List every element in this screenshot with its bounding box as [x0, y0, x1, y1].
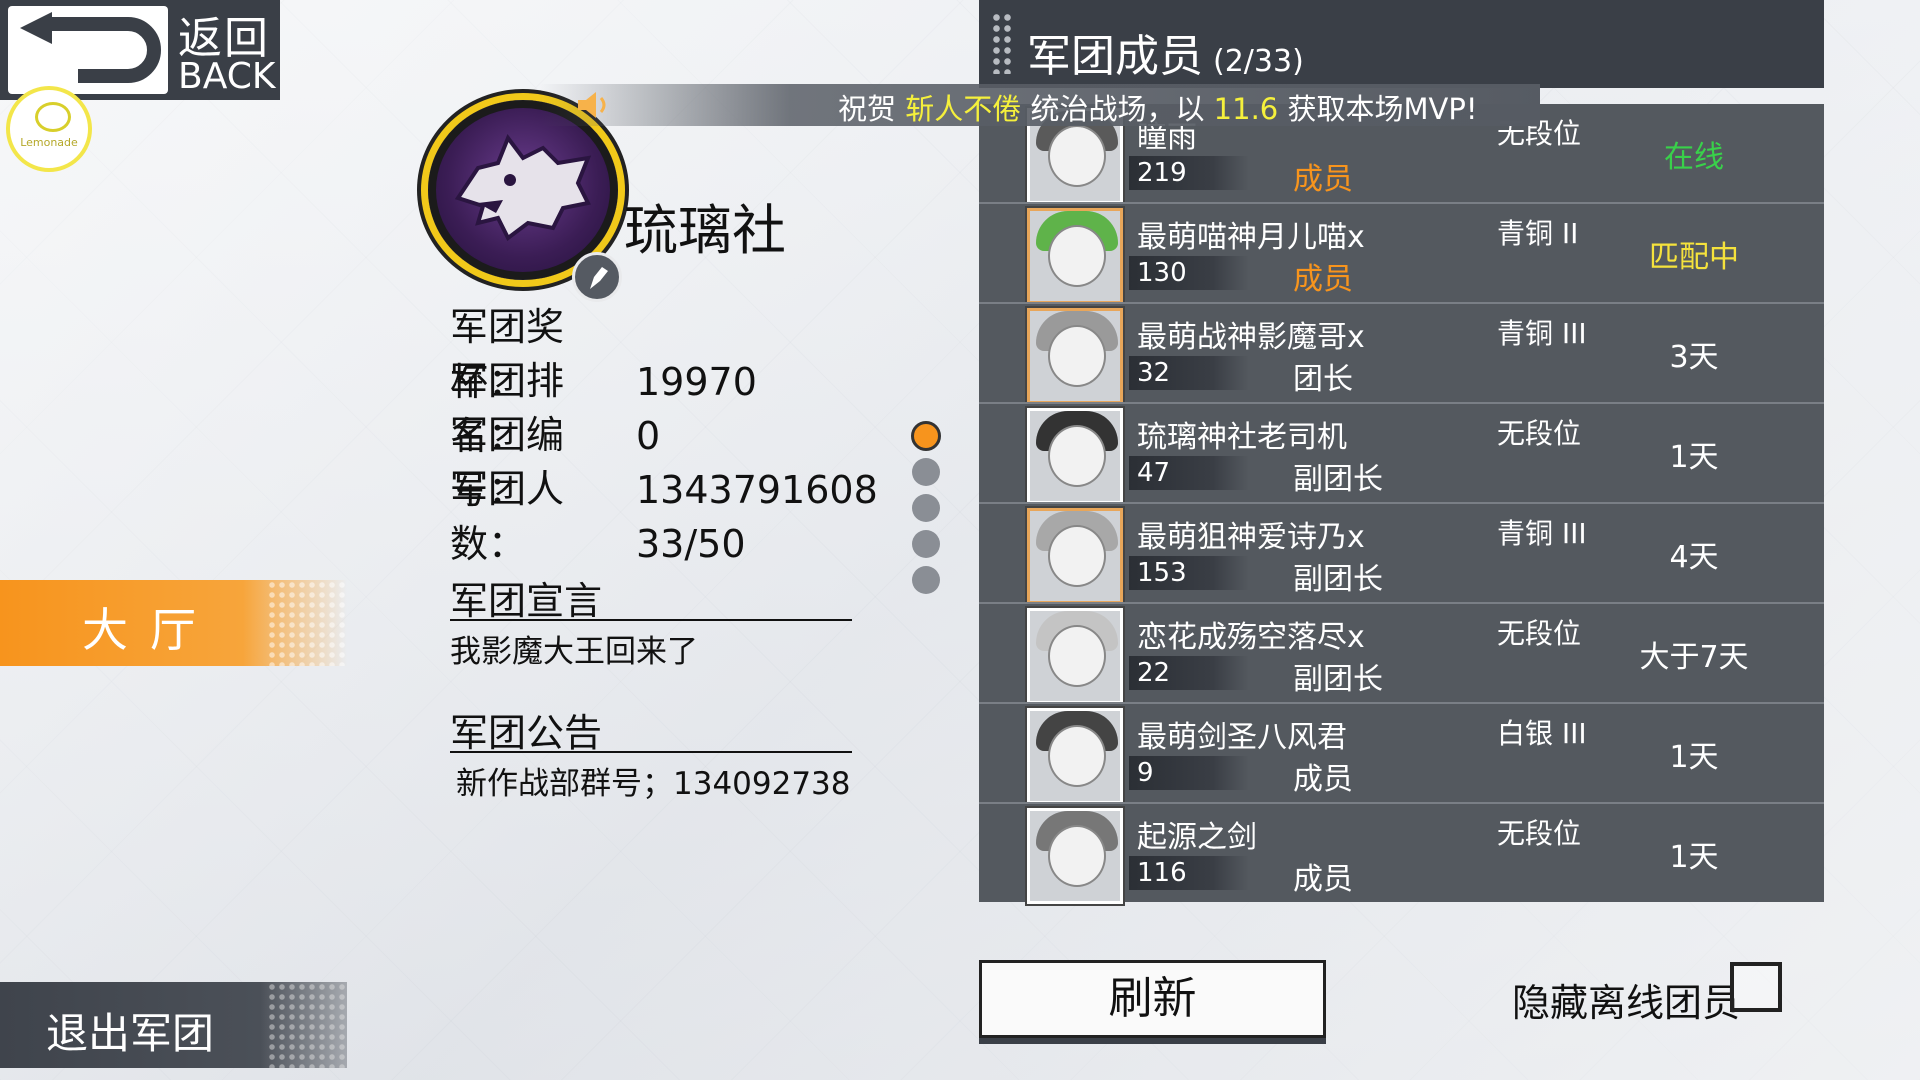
avatar [1027, 408, 1123, 504]
nav-hall-tab[interactable]: 大厅 [0, 580, 347, 666]
members-panel-header: 军团成员 (2/33) [979, 0, 1824, 88]
member-rank: 无段位 [1497, 417, 1582, 450]
member-role: 成员 [1293, 162, 1353, 197]
member-role: 副团长 [1293, 662, 1383, 697]
info-key: 军团人数： [450, 467, 565, 566]
member-status: 在线 [1664, 140, 1724, 175]
avatar [1027, 308, 1123, 404]
member-name: 最萌狙神爱诗乃x [1137, 520, 1365, 555]
member-status: 3天 [1669, 340, 1719, 375]
page-dot[interactable] [912, 494, 940, 522]
broadcast-player: 斩人不倦 [905, 92, 1022, 126]
speaker-icon [578, 92, 606, 118]
member-level: 116 [1137, 858, 1187, 888]
member-role: 副团长 [1293, 562, 1383, 597]
members-title: 军团成员 (2/33) [1027, 20, 1304, 84]
member-row[interactable]: 恋花成殇空落尽x 22 副团长 无段位 大于7天 [979, 604, 1824, 704]
member-name: 最萌剑圣八风君 [1137, 720, 1347, 755]
member-level: 153 [1137, 558, 1187, 588]
declaration-title: 军团宣言 [450, 579, 603, 623]
info-value: 33/50 [636, 522, 746, 566]
guild-name: 琉璃社 [624, 199, 786, 262]
member-level: 130 [1137, 258, 1187, 288]
refresh-label: 刷新 [1108, 973, 1197, 1024]
member-rank: 青铜 III [1497, 517, 1587, 550]
members-count: (2/33) [1213, 44, 1304, 79]
avatar [1027, 608, 1123, 704]
grip-icon [991, 12, 1013, 74]
member-rank: 青铜 III [1497, 317, 1587, 350]
avatar [1027, 208, 1123, 304]
broadcast-pre: 祝贺 [838, 92, 906, 126]
hide-offline-checkbox[interactable] [1730, 962, 1782, 1012]
member-name: 起源之剑 [1137, 820, 1257, 855]
lemonade-logo: Lemonade [6, 86, 92, 172]
back-label-en: BACK [178, 56, 276, 97]
member-name: 最萌喵神月儿喵x [1137, 220, 1365, 255]
member-status: 4天 [1669, 540, 1719, 575]
member-level: 219 [1137, 158, 1187, 188]
mvp-broadcast-banner: 祝贺 斩人不倦 统治战场，以 11.6 获取本场MVP! [540, 84, 1540, 126]
members-title-text: 军团成员 [1027, 31, 1203, 82]
member-row[interactable]: 琉璃神社老司机 47 副团长 无段位 1天 [979, 404, 1824, 504]
broadcast-score: 11.6 [1213, 92, 1279, 126]
broadcast-mid: 统治战场，以 [1021, 92, 1214, 126]
page-dot[interactable] [912, 530, 940, 558]
speech-bubble-icon [35, 102, 71, 132]
member-rank: 无段位 [1497, 617, 1582, 650]
declaration-text: 我影魔大王回来了 [450, 634, 698, 670]
avatar [1027, 708, 1123, 804]
notice-text: 新作战部群号；134092738 [456, 766, 851, 802]
member-rank: 无段位 [1497, 817, 1582, 850]
broadcast-post: 获取本场MVP! [1278, 92, 1478, 126]
member-row[interactable]: 起源之剑 116 成员 无段位 1天 [979, 804, 1824, 904]
member-status: 1天 [1669, 740, 1719, 775]
member-role: 成员 [1293, 862, 1353, 897]
member-row[interactable]: 最萌剑圣八风君 9 成员 白银 III 1天 [979, 704, 1824, 804]
divider [450, 751, 852, 753]
back-arrow-icon [8, 6, 168, 94]
member-role: 团长 [1293, 362, 1353, 397]
member-level: 47 [1137, 458, 1171, 488]
page-dot[interactable] [912, 458, 940, 486]
nav-hall-label: 大厅 [82, 603, 218, 657]
refresh-button[interactable]: 刷新 [979, 960, 1326, 1038]
halftone-decoration [267, 580, 347, 666]
member-status: 匹配中 [1649, 240, 1739, 275]
member-name: 最萌战神影魔哥x [1137, 320, 1365, 355]
member-row[interactable]: 最萌喵神月儿喵x 130 成员 青铜 II 匹配中 [979, 204, 1824, 304]
member-row[interactable]: 最萌狙神爱诗乃x 153 副团长 青铜 III 4天 [979, 504, 1824, 604]
member-rank: 青铜 II [1497, 217, 1579, 250]
member-row[interactable]: 最萌战神影魔哥x 32 团长 青铜 III 3天 [979, 304, 1824, 404]
member-name: 琉璃神社老司机 [1137, 420, 1347, 455]
member-role: 副团长 [1293, 462, 1383, 497]
divider [450, 619, 852, 621]
notice-title: 军团公告 [450, 711, 603, 755]
avatar [1027, 508, 1123, 604]
info-row-members: 军团人数： 33/50 [450, 458, 746, 568]
member-level: 22 [1137, 658, 1171, 688]
broadcast-text: 祝贺 斩人不倦 统治战场，以 11.6 获取本场MVP! [838, 86, 1477, 128]
member-status: 大于7天 [1639, 640, 1749, 675]
member-name: 恋花成殇空落尽x [1137, 620, 1365, 655]
back-button[interactable]: 返回 BACK [0, 0, 280, 100]
halftone-decoration [267, 982, 347, 1068]
member-role: 成员 [1293, 262, 1353, 297]
page-dot-active[interactable] [911, 421, 941, 451]
avatar [1027, 808, 1123, 904]
exit-guild-button[interactable]: 退出军团 [0, 982, 347, 1068]
hide-offline-label: 隐藏离线团员 [1512, 981, 1741, 1025]
member-role: 成员 [1293, 762, 1353, 797]
logo-text: Lemonade [20, 136, 78, 149]
member-level: 32 [1137, 358, 1171, 388]
exit-guild-label: 退出军团 [46, 1009, 215, 1058]
edit-emblem-button[interactable] [572, 252, 622, 302]
member-level: 9 [1137, 758, 1154, 788]
member-status: 1天 [1669, 440, 1719, 475]
member-status: 1天 [1669, 840, 1719, 875]
member-rank: 白银 III [1497, 717, 1587, 750]
wolf-icon [454, 133, 592, 242]
pen-icon [590, 267, 608, 289]
page-dot[interactable] [912, 566, 940, 594]
